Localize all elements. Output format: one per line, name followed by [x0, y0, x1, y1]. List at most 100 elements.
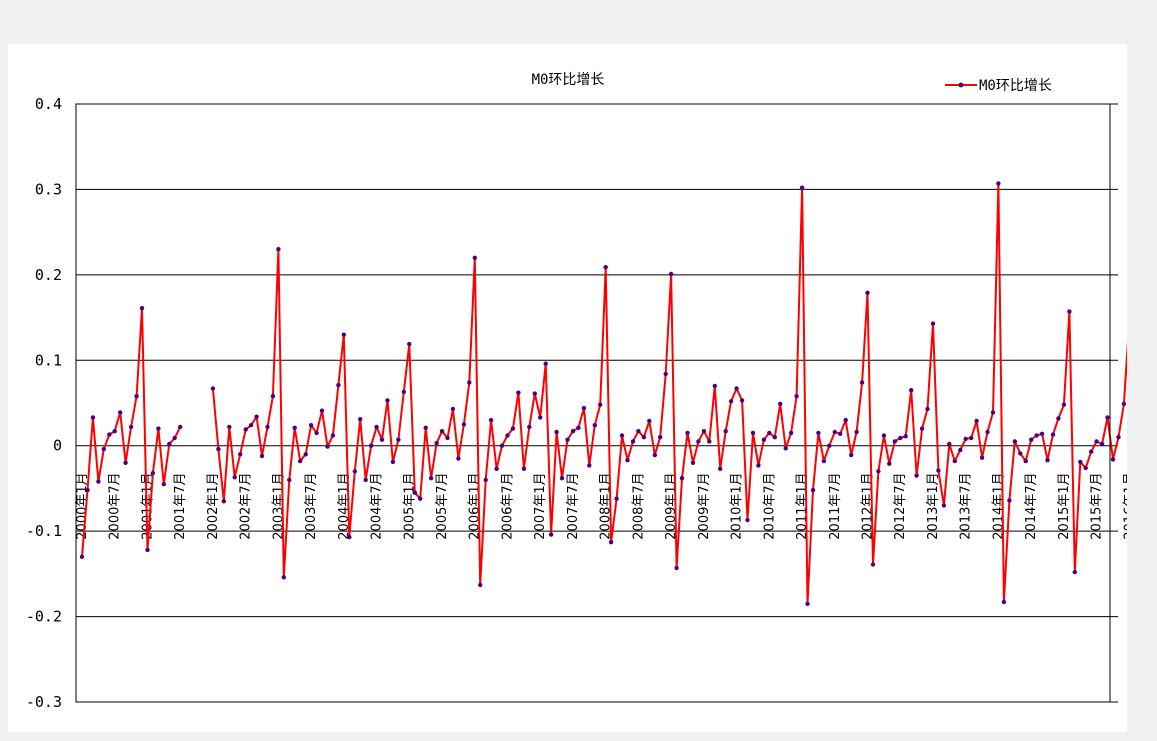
data-point	[647, 418, 652, 424]
x-tick-label: 2009年7月	[697, 472, 712, 539]
data-point	[652, 452, 657, 458]
data-point	[1012, 439, 1017, 444]
data-point	[374, 424, 379, 430]
data-point	[336, 382, 341, 388]
x-tick-label: 2014年1月	[991, 472, 1006, 539]
data-point	[259, 453, 265, 459]
data-point	[128, 424, 134, 430]
data-point	[210, 386, 216, 391]
data-point	[172, 435, 177, 441]
data-point	[685, 430, 690, 436]
data-point	[472, 255, 477, 260]
data-point	[139, 306, 145, 311]
x-tick-label: 2010年1月	[730, 472, 745, 539]
data-point	[303, 452, 308, 457]
data-point	[827, 443, 832, 448]
data-point	[630, 439, 636, 444]
data-point	[358, 417, 363, 422]
data-point	[499, 443, 505, 448]
data-point	[587, 463, 592, 468]
data-point	[941, 503, 947, 508]
data-point	[756, 463, 761, 468]
data-point	[281, 575, 286, 580]
data-point	[750, 430, 756, 436]
data-point	[505, 433, 510, 438]
x-tick-label: 2001年7月	[173, 472, 188, 539]
data-point	[909, 388, 914, 393]
data-point	[461, 422, 467, 427]
y-tick-label: 0.3	[35, 180, 62, 198]
data-point	[308, 423, 314, 428]
data-point	[538, 415, 543, 420]
data-point	[849, 452, 854, 458]
data-point	[548, 532, 554, 537]
data-point	[1121, 401, 1127, 407]
data-point	[925, 406, 930, 412]
data-point	[969, 435, 974, 441]
data-point	[221, 499, 226, 504]
data-point	[532, 391, 537, 396]
data-point	[581, 405, 587, 411]
data-point	[898, 435, 903, 441]
data-point	[881, 433, 887, 438]
data-point	[1067, 309, 1072, 314]
data-point	[112, 429, 117, 434]
data-point	[625, 458, 630, 463]
data-point	[1105, 415, 1110, 420]
data-point	[298, 458, 303, 464]
data-point	[816, 430, 821, 436]
data-point	[270, 394, 276, 399]
data-point	[821, 458, 827, 464]
data-point	[974, 418, 979, 424]
data-point	[516, 390, 521, 395]
x-tick-label: 2007年1月	[533, 472, 548, 539]
x-tick-label: 2008年7月	[631, 472, 646, 539]
x-tick-label: 2005年7月	[435, 472, 450, 539]
data-point	[1099, 441, 1105, 447]
data-point	[794, 394, 799, 399]
x-tick-label: 2013年1月	[926, 472, 941, 539]
data-point	[341, 332, 346, 337]
plot-border	[75, 103, 1111, 703]
y-tick-label: 0	[53, 437, 62, 455]
data-point	[701, 429, 707, 434]
data-point	[810, 487, 816, 493]
data-point	[696, 439, 701, 444]
data-point	[663, 371, 668, 377]
data-point	[990, 410, 996, 415]
data-point	[254, 414, 259, 419]
data-point	[167, 441, 172, 447]
y-tick-label: -0.2	[26, 608, 62, 626]
data-point	[658, 435, 663, 440]
data-point	[1029, 437, 1034, 442]
y-tick-label: 0.4	[35, 95, 62, 113]
data-point	[679, 476, 685, 481]
data-point	[287, 477, 292, 483]
data-point	[674, 565, 679, 571]
data-point	[838, 431, 843, 436]
data-point	[1045, 458, 1050, 463]
data-point	[161, 482, 166, 487]
x-tick-label: 2009年1月	[664, 472, 679, 539]
data-point	[1072, 569, 1078, 575]
data-point	[767, 430, 772, 436]
data-point	[1061, 402, 1067, 407]
x-tick-label: 2002年1月	[206, 472, 221, 539]
data-point	[565, 437, 570, 442]
data-point	[876, 469, 881, 474]
data-point	[958, 447, 963, 453]
data-point	[483, 477, 488, 483]
series-line	[81, 307, 182, 557]
data-point	[979, 455, 985, 460]
data-point	[887, 461, 892, 466]
data-point	[238, 452, 243, 457]
data-point	[903, 434, 908, 439]
data-point	[870, 562, 876, 567]
x-tick-label: 2013年7月	[959, 472, 974, 539]
data-point	[963, 436, 968, 442]
data-point	[390, 459, 396, 465]
data-point	[1023, 458, 1028, 464]
data-point	[101, 446, 107, 452]
data-point	[412, 490, 417, 495]
data-point	[1056, 416, 1061, 421]
